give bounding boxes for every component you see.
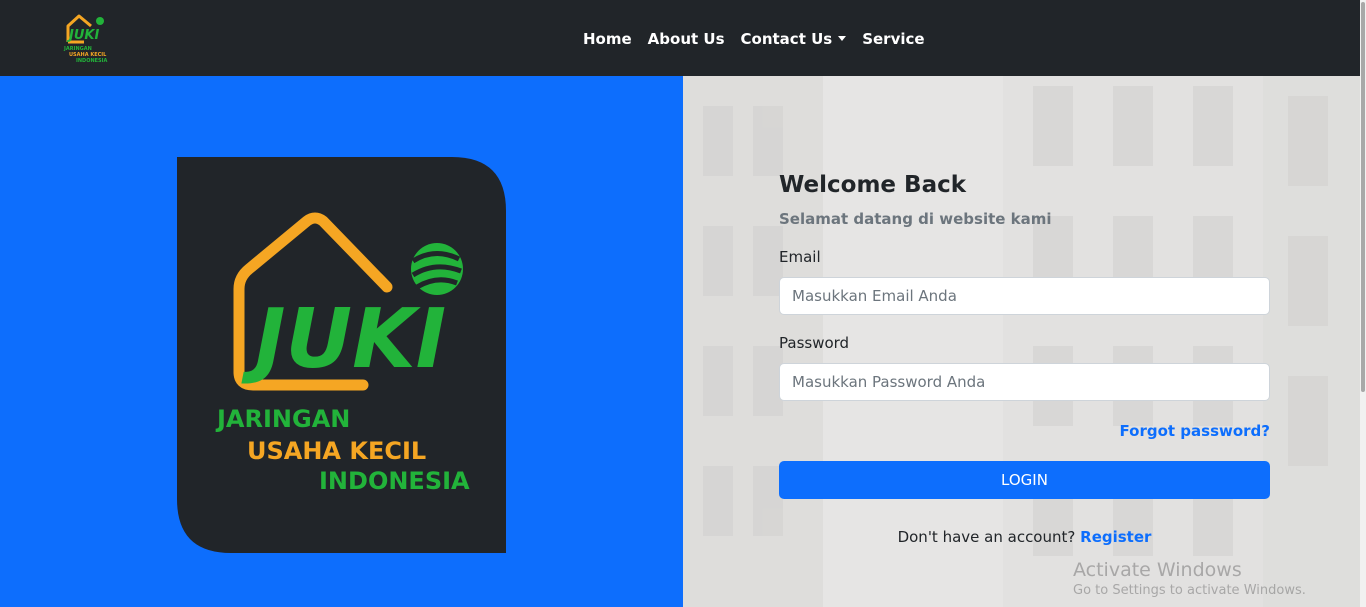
navbar: JUKI JARINGAN USAHA KECIL INDONESIA Home… [0,0,1366,76]
password-label: Password [779,334,850,352]
email-input[interactable] [779,277,1270,315]
nav-about-us[interactable]: About Us [648,30,725,48]
nav-links: Home About Us Contact Us Service [583,30,941,48]
juki-logo-small[interactable]: JUKI JARINGAN USAHA KECIL INDONESIA [62,12,110,64]
logo-line2: USAHA KECIL [247,437,426,465]
forgot-password-link[interactable]: Forgot password? [1120,422,1271,440]
juki-logo-large: JUKI JARINGAN USAHA KECIL INDONESIA [177,157,506,553]
scrollbar-thumb[interactable] [1361,2,1365,392]
login-panel: Welcome Back Selamat datang di website k… [683,76,1366,607]
nav-contact-us[interactable]: Contact Us [741,30,847,48]
watermark-subtitle: Go to Settings to activate Windows. [1073,583,1306,598]
logo-line1: JARINGAN [215,405,350,433]
watermark-title: Activate Windows [1073,559,1242,581]
email-label: Email [779,248,821,266]
windows-activation-watermark: Activate Windows Go to Settings to activ… [1073,559,1306,598]
password-input[interactable] [779,363,1270,401]
register-row: Don't have an account? Register [779,528,1270,546]
page-scrollbar[interactable] [1360,0,1366,607]
svg-text:INDONESIA: INDONESIA [76,58,108,64]
logo-title: JUKI [241,292,446,387]
svg-text:JUKI: JUKI [66,28,99,43]
dropdown-caret-icon [838,36,847,41]
login-button[interactable]: LOGIN [779,461,1270,499]
brand-panel: JUKI JARINGAN USAHA KECIL INDONESIA [0,76,683,607]
register-link[interactable]: Register [1080,528,1151,546]
nav-service[interactable]: Service [862,30,924,48]
welcome-subtitle: Selamat datang di website kami [779,210,1052,228]
nav-contact-us-label: Contact Us [740,30,833,48]
logo-line3: INDONESIA [319,467,470,495]
welcome-heading: Welcome Back [779,172,967,198]
nav-home[interactable]: Home [583,30,632,48]
register-prompt: Don't have an account? [897,528,1076,546]
